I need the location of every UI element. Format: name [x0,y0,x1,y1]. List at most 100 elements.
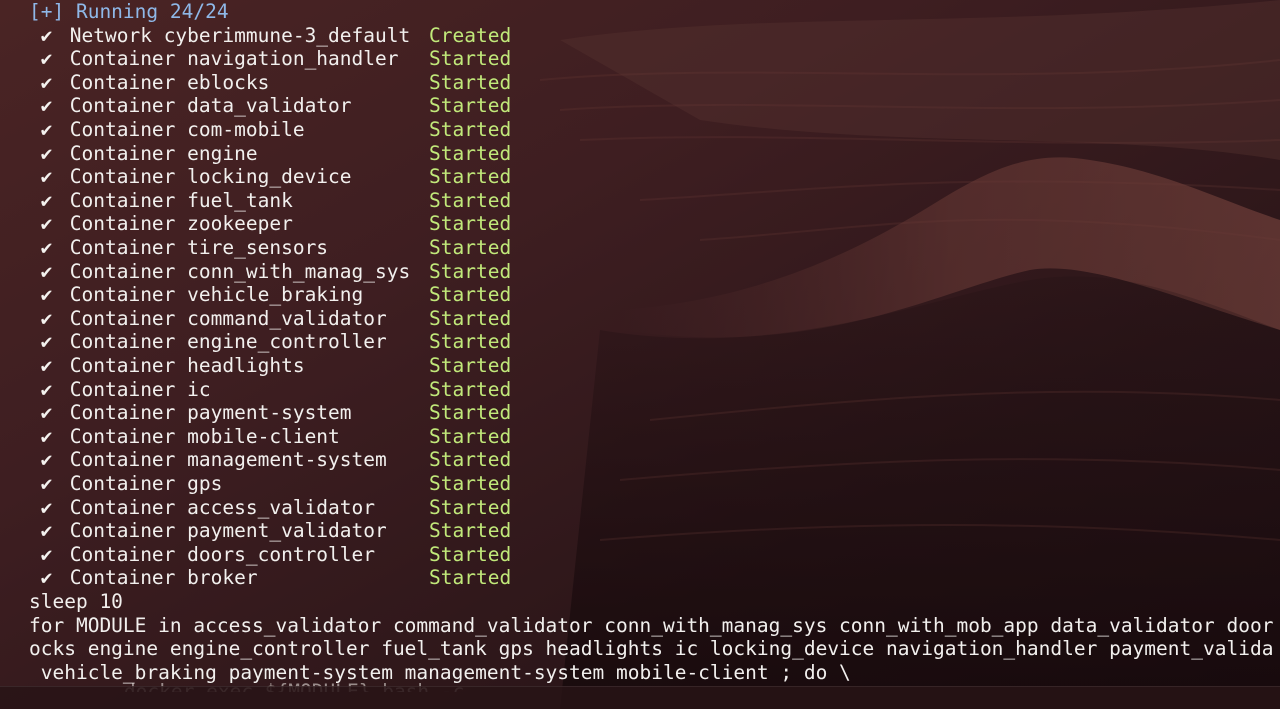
resource-kind: Network [69,23,152,47]
compose-resource-row: ✔ Container command_validator Started [35,306,512,331]
resource-status: Started [429,495,512,519]
resource-name: engine_controller [187,330,387,354]
resource-status: Created [429,23,512,47]
compose-resource-row: ✔ Container gps Started [35,472,512,496]
resource-name: cyberimmune-3_default [163,23,411,47]
compose-resource-row: ✔ Container conn_with_manag_sys Started [35,259,512,284]
resource-status: Started [429,141,512,165]
resource-name: payment_validator [187,519,387,543]
resource-status: Started [429,165,512,189]
resource-kind: Container [69,424,176,448]
resource-name: mobile-client [187,424,340,448]
resource-kind: Container [69,306,176,330]
resource-status: Started [429,118,512,141]
compose-running-header: [+] Running 24/24 [29,0,229,24]
compose-resource-row: ✔ Container management-system Started [35,448,512,472]
resource-status: Started [429,401,512,425]
resource-status: Started [429,472,512,495]
resource-status: Started [429,566,512,590]
resource-status: Started [429,259,512,283]
terminal-bottom-bar [0,686,1280,709]
resource-kind: Container [69,542,176,566]
checkmark-icon: ✔ [40,283,53,307]
checkmark-icon: ✔ [40,47,53,71]
compose-resource-row: ✔ Container access_validator Started [35,495,512,520]
resource-kind: Container [69,259,176,283]
running-count-text: [+] Running 24/24 [29,0,229,23]
resource-kind: Container [69,118,176,141]
resource-kind: Container [69,236,176,259]
checkmark-icon: ✔ [40,94,53,118]
resource-name: tire_sensors [187,236,329,259]
resource-name: doors_controller [187,542,376,566]
resource-kind: Container [69,377,176,401]
resource-kind: Container [69,495,176,519]
resource-status: Started [429,236,512,259]
checkmark-icon: ✔ [40,141,53,165]
compose-resource-row: ✔ Container ic Started [35,377,512,402]
compose-resource-row: ✔ Network cyberimmune-3_default Created [35,23,512,48]
resource-kind: Container [69,141,176,165]
resource-status: Started [429,94,512,118]
checkmark-icon: ✔ [40,472,53,495]
resource-name: ic [187,377,211,401]
checkmark-icon: ✔ [40,70,53,94]
resource-kind: Container [69,70,176,94]
terminal-window[interactable]: [+] Running 24/24 ✔ Network cyberimmune-3… [0,0,1280,709]
resource-name: data_validator [187,94,352,118]
resource-kind: Container [69,472,176,495]
checkmark-icon: ✔ [40,354,53,377]
compose-resource-row: ✔ Container engine_controller Started [35,330,512,354]
compose-resource-row: ✔ Container headlights Started [35,354,512,378]
compose-resource-row: ✔ Container payment-system Started [35,401,512,425]
resource-name: navigation_handler [187,47,399,71]
compose-resource-row: ✔ Container doors_controller Started [35,542,512,567]
resource-kind: Container [69,283,176,307]
resource-name: management-system [187,448,387,472]
resource-kind: Container [69,354,176,377]
resource-kind: Container [69,165,176,189]
resource-status: Started [429,542,512,566]
resource-status: Started [429,354,512,377]
compose-resource-row: ✔ Container navigation_handler Started [35,47,512,71]
resource-status: Started [429,424,512,448]
resource-kind: Container [69,188,176,212]
resource-status: Started [429,212,512,236]
compose-resource-row: ✔ Container zookeeper Started [35,212,512,236]
command-text: for MODULE in access_validator command_v… [29,613,1274,637]
resource-name: gps [187,472,223,495]
checkmark-icon: ✔ [40,306,53,330]
resource-name: eblocks [187,70,270,94]
compose-resource-row: ✔ Container engine Started [35,141,512,166]
resource-name: conn_with_manag_sys [187,259,411,283]
checkmark-icon: ✔ [40,448,53,472]
checkmark-icon: ✔ [40,401,53,425]
resource-status: Started [429,70,512,94]
checkmark-icon: ✔ [40,165,53,189]
compose-resource-row: ✔ Container data_validator Started [35,94,512,118]
resource-kind: Container [69,47,176,71]
resource-kind: Container [69,212,176,236]
checkmark-icon: ✔ [40,542,53,566]
checkmark-icon: ✔ [40,188,53,212]
checkmark-icon: ✔ [40,377,53,401]
resource-status: Started [429,283,512,307]
checkmark-icon: ✔ [40,259,53,283]
resource-status: Started [429,188,512,212]
checkmark-icon: ✔ [40,23,53,47]
resource-kind: Container [69,566,176,590]
compose-resource-row: ✔ Container tire_sensors Started [35,236,512,260]
checkmark-icon: ✔ [40,212,53,236]
checkmark-icon: ✔ [40,519,53,543]
compose-resource-row: ✔ Container vehicle_braking Started [35,283,512,307]
resource-name: payment-system [187,401,352,425]
resource-kind: Container [69,330,176,354]
checkmark-icon: ✔ [40,118,53,141]
compose-resource-row: ✔ Container locking_device Started [35,165,512,189]
resource-status: Started [429,448,512,472]
resource-status: Started [429,519,512,543]
resource-kind: Container [69,401,176,425]
resource-name: fuel_tank [187,188,293,212]
resource-name: locking_device [187,165,352,189]
resource-name: engine [187,141,258,165]
